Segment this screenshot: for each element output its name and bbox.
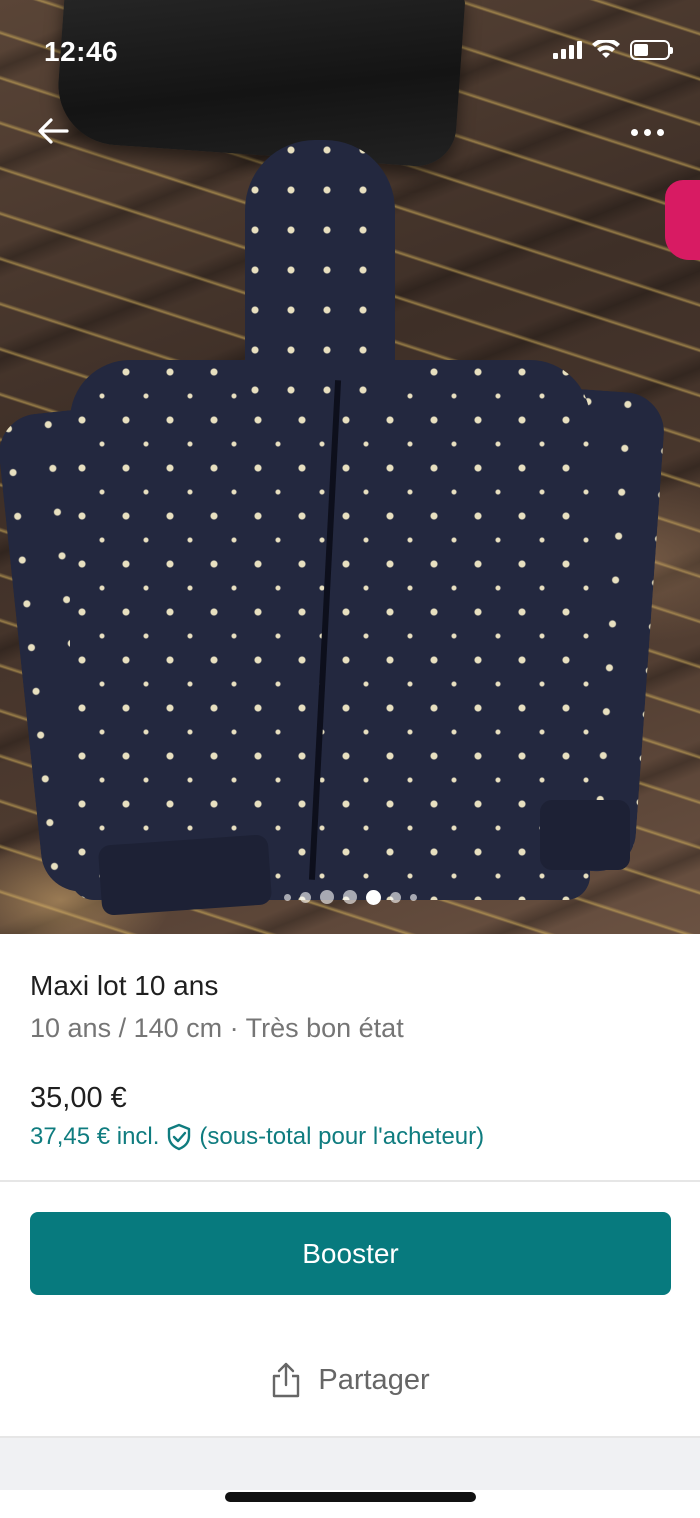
status-time: 12:46 [44,36,119,67]
item-photo[interactable] [0,0,700,934]
cellular-signal-icon [553,41,582,59]
item-subtitle: 10 ans / 140 cm · Très bon état [30,1013,404,1043]
pager-dot[interactable] [389,891,401,903]
price-incl: 37,45 € incl. [30,1123,160,1150]
item-title: Maxi lot 10 ans [30,970,219,1001]
wifi-icon [592,40,620,58]
pager-dot-active[interactable] [365,889,381,905]
share-label: Partager [318,1363,430,1396]
buyer-price-info[interactable]: 37,45 € incl. (sous-total pour l'acheteu… [30,1120,670,1154]
status-bar: 12:46 [0,0,700,100]
status-icons [553,40,673,60]
shield-check-icon [168,1123,191,1151]
bottom-band [0,1436,700,1490]
hoodie-cuff [540,800,630,870]
pager-dot[interactable] [409,893,417,901]
divider [0,1180,700,1182]
booster-button[interactable]: Booster [30,1212,671,1295]
background-pink-cloth [665,180,700,260]
share-button[interactable]: Partager [0,1340,700,1420]
item-info: Maxi lot 10 ans 10 ans / 140 cm · Très b… [30,966,670,1154]
hoodie-body [70,360,590,900]
more-horizontal-icon [630,128,638,136]
pager-dot[interactable] [299,891,311,903]
home-indicator[interactable] [225,1492,476,1502]
photo-pager[interactable] [0,886,700,908]
pager-dot[interactable] [319,890,334,904]
item-price: 35,00 € [30,1082,127,1114]
hoodie-hood [245,140,395,400]
pager-dot[interactable] [342,890,357,904]
arrow-left-icon [38,118,69,144]
share-icon [273,1362,300,1398]
back-button[interactable] [30,108,76,154]
pager-dot[interactable] [283,893,291,901]
battery-icon [630,40,673,60]
more-options-button[interactable] [620,112,674,152]
price-incl-note: (sous-total pour l'acheteur) [199,1123,485,1150]
